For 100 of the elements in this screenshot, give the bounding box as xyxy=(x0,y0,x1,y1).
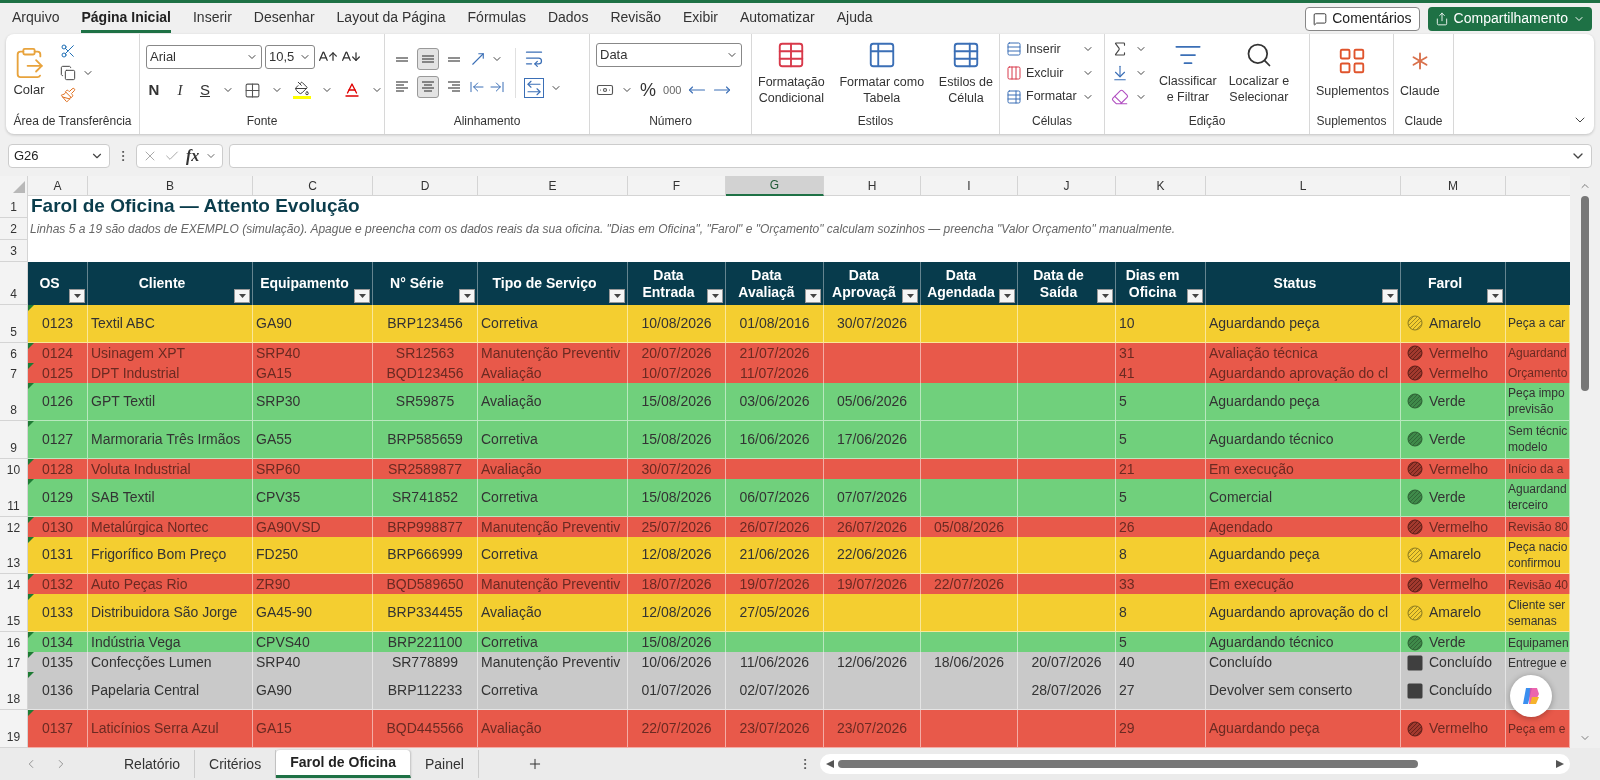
styles-button[interactable]: Formatação xyxy=(758,74,825,90)
name-box[interactable]: G26 xyxy=(8,144,110,168)
paste-button[interactable]: Colar xyxy=(12,46,46,100)
menu-tab[interactable]: Exibir xyxy=(682,4,718,33)
fill-down-icon[interactable] xyxy=(1111,64,1129,82)
row-header[interactable]: 4 xyxy=(0,262,28,305)
row-header[interactable]: 5 xyxy=(0,305,28,343)
row-header[interactable]: 2 xyxy=(0,218,28,240)
cells-button[interactable]: Excluir xyxy=(1026,63,1078,83)
addins-button[interactable]: Suplementos xyxy=(1316,81,1389,101)
column-header[interactable]: E xyxy=(478,176,628,196)
styles-button[interactable]: Condicional xyxy=(758,90,824,106)
scrollbar-thumb[interactable] xyxy=(1581,196,1589,391)
formula-field[interactable] xyxy=(229,144,1592,168)
number-format-field[interactable]: Data xyxy=(596,42,742,67)
cells-button[interactable]: Inserir xyxy=(1026,39,1078,59)
merge-cells-icon[interactable] xyxy=(524,78,544,98)
row-header[interactable]: 9 xyxy=(0,420,28,459)
filter-button[interactable] xyxy=(1187,289,1203,303)
row-header[interactable]: 16 xyxy=(0,632,28,655)
menu-tab[interactable]: Desenhar xyxy=(253,4,315,33)
copy-icon[interactable] xyxy=(60,65,76,81)
filter-button[interactable] xyxy=(354,289,370,303)
menu-tab[interactable]: Fórmulas xyxy=(467,4,526,33)
font-name-field[interactable]: Arial xyxy=(146,44,262,69)
filter-button[interactable] xyxy=(999,289,1015,303)
column-header[interactable]: F xyxy=(628,176,726,196)
styles-button[interactable]: Célula xyxy=(948,90,984,106)
italic-button[interactable]: I xyxy=(172,78,188,102)
scissors-icon[interactable] xyxy=(60,43,76,59)
insert-function-button[interactable]: fx xyxy=(186,144,200,168)
sheet-tab[interactable]: Farol de Oficina xyxy=(276,750,411,778)
styles-button[interactable]: Formatar como xyxy=(839,74,925,90)
text-orientation-icon[interactable] xyxy=(469,50,487,68)
filter-button[interactable] xyxy=(69,289,85,303)
row-header[interactable]: 19 xyxy=(0,710,28,748)
share-button[interactable]: Compartilhamento xyxy=(1427,6,1592,31)
paintbrush-icon[interactable] xyxy=(60,87,76,103)
scroll-right-icon[interactable] xyxy=(1555,760,1564,768)
row-header[interactable]: 8 xyxy=(0,382,28,421)
filter-button[interactable] xyxy=(609,289,625,303)
filter-button[interactable] xyxy=(707,289,723,303)
row-header[interactable]: 15 xyxy=(0,594,28,633)
fill-color-icon[interactable] xyxy=(293,81,311,99)
horizontal-scrollbar[interactable] xyxy=(819,754,1570,774)
row-header[interactable]: 18 xyxy=(0,672,28,711)
editing-button[interactable]: Selecionar xyxy=(1229,89,1289,105)
row-header[interactable]: 12 xyxy=(0,516,28,539)
filter-button[interactable] xyxy=(1487,289,1503,303)
menu-tab[interactable]: Arquivo xyxy=(12,4,60,33)
row-header[interactable]: 7 xyxy=(0,362,28,385)
column-header[interactable]: C xyxy=(253,176,373,196)
column-header[interactable]: K xyxy=(1116,176,1206,196)
vertical-align-button[interactable] xyxy=(417,48,439,70)
borders-icon[interactable] xyxy=(244,81,261,99)
styles-button[interactable]: Estilos de xyxy=(938,74,993,90)
thousands-button[interactable]: 000 xyxy=(663,81,682,99)
font-color-icon[interactable] xyxy=(343,81,361,99)
sheet-tab[interactable]: Painel xyxy=(410,750,479,778)
column-header[interactable]: G xyxy=(726,176,824,196)
column-header[interactable]: L xyxy=(1206,176,1401,196)
menu-tab[interactable]: Ajuda xyxy=(836,4,873,33)
sheet-tab[interactable]: Relatório xyxy=(110,750,196,778)
row-header[interactable]: 14 xyxy=(0,574,28,597)
column-header[interactable]: H xyxy=(824,176,921,196)
row-header[interactable]: 13 xyxy=(0,536,28,575)
menu-tab[interactable]: Inserir xyxy=(192,4,232,33)
filter-button[interactable] xyxy=(1382,289,1398,303)
row-header[interactable]: 11 xyxy=(0,478,28,517)
filter-button[interactable] xyxy=(1097,289,1113,303)
column-header[interactable]: B xyxy=(88,176,253,196)
column-header[interactable]: I xyxy=(921,176,1018,196)
bold-button[interactable]: N xyxy=(146,78,162,102)
styles-button[interactable]: Tabela xyxy=(863,90,901,106)
menu-tab[interactable]: Automatizar xyxy=(740,4,815,33)
filter-button[interactable] xyxy=(234,289,250,303)
underline-button[interactable]: S xyxy=(198,78,212,102)
row-header[interactable]: 1 xyxy=(0,194,28,218)
cells-button[interactable]: Formatar xyxy=(1026,87,1078,107)
format-cells-icon[interactable] xyxy=(1006,88,1022,105)
menu-tab[interactable]: Dados xyxy=(547,4,589,33)
claude-button[interactable]: Claude xyxy=(1400,81,1440,101)
scroll-left-icon[interactable] xyxy=(825,760,834,768)
increase-indent-icon[interactable] xyxy=(489,79,505,95)
filter-button[interactable] xyxy=(459,289,475,303)
menu-tab[interactable]: Layout da Página xyxy=(336,4,446,33)
column-header[interactable]: J xyxy=(1018,176,1116,196)
row-header[interactable]: 6 xyxy=(0,342,28,365)
font-size-field[interactable]: 10,5 xyxy=(265,44,315,69)
row-header[interactable]: 10 xyxy=(0,458,28,481)
row-header[interactable]: 17 xyxy=(0,652,28,675)
decrease-indent-icon[interactable] xyxy=(469,79,485,95)
editing-button[interactable]: e Filtrar xyxy=(1166,89,1209,105)
editing-button[interactable]: Localizar e xyxy=(1228,73,1290,89)
filter-button[interactable] xyxy=(902,289,918,303)
filter-button[interactable] xyxy=(805,289,821,303)
comments-button[interactable]: Comentários xyxy=(1305,6,1420,31)
column-header[interactable]: M xyxy=(1401,176,1506,196)
column-header[interactable]: A xyxy=(28,176,88,196)
horizontal-align-button[interactable] xyxy=(417,76,439,98)
